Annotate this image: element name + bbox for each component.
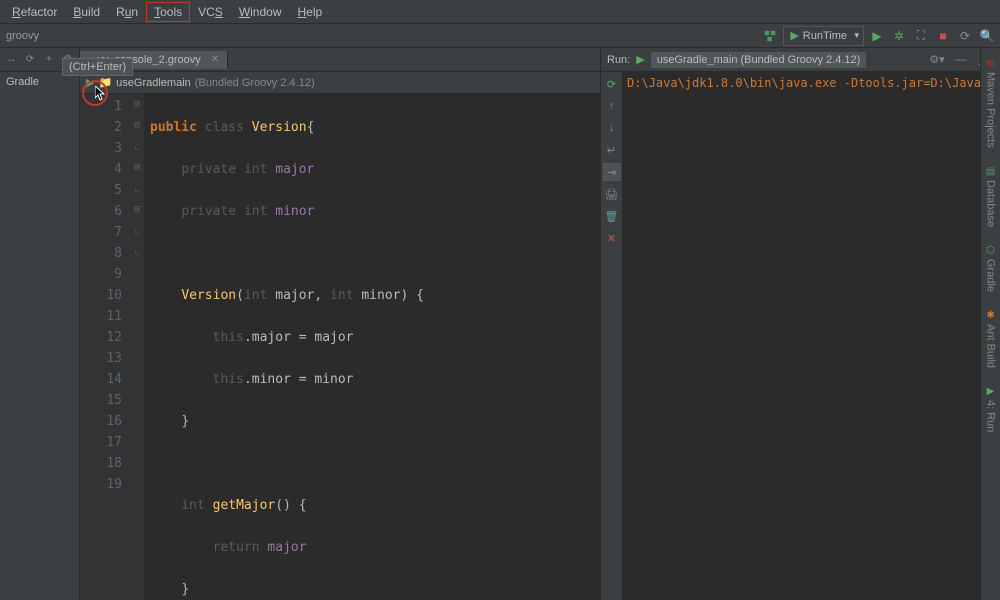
- groovy-console-header: ▶ 📁 useGradlemain (Bundled Groovy 2.4.12…: [80, 72, 600, 94]
- code-editor[interactable]: 12345678910111213141516171819 ⊟⊟⌞⊟⌞⊟⌞⌞ p…: [80, 94, 600, 600]
- close-tab-icon[interactable]: ✕: [211, 54, 219, 65]
- main-menubar: Refactor Build Run Tools VCS Window Help: [0, 0, 1000, 24]
- menu-refactor[interactable]: Refactor: [4, 2, 65, 22]
- run-script-icon[interactable]: ▶: [86, 76, 94, 89]
- rail-gradle[interactable]: ⬡Gradle: [985, 245, 997, 292]
- menu-help[interactable]: Help: [290, 2, 331, 22]
- hide-icon[interactable]: —: [952, 51, 970, 69]
- rail-maven[interactable]: mMaven Projects: [985, 58, 997, 148]
- right-tool-rail: mMaven Projects ▤Database ⬡Gradle ✱Ant B…: [980, 48, 1000, 600]
- coverage-icon[interactable]: ⛶: [912, 27, 930, 45]
- rerun-icon[interactable]: ▶: [636, 53, 644, 66]
- debug-icon[interactable]: ✲: [890, 27, 908, 45]
- run-left-toolbar: ⟳ ↑ ↓ ↵ ⇥ 🖨 🗑 ✕: [601, 72, 623, 600]
- console-output-line: D:\Java\jdk1.8.0\bin\java.exe -Dtools.ja…: [627, 76, 996, 90]
- menu-window[interactable]: Window: [231, 2, 290, 22]
- run-config-select[interactable]: ▶ RunTime: [783, 26, 864, 46]
- editor-area: ● vy_console_2.groovy ✕ ▶ 📁 useGradlemai…: [80, 48, 600, 600]
- run-icon[interactable]: ▶: [868, 27, 886, 45]
- close-run-icon[interactable]: ✕: [604, 230, 620, 246]
- plus-icon[interactable]: +: [42, 51, 57, 69]
- groovy-runtime-label: (Bundled Groovy 2.4.12): [195, 77, 315, 89]
- rerun-side-icon[interactable]: ⟳: [604, 76, 620, 92]
- run-tool-header: Run: ▶ useGradle_main (Bundled Groovy 2.…: [601, 48, 1000, 72]
- menu-run[interactable]: Run: [108, 2, 146, 22]
- breadcrumb[interactable]: groovy: [6, 30, 39, 42]
- menu-tools[interactable]: Tools: [146, 2, 190, 22]
- run-label: Run:: [607, 54, 630, 66]
- print-icon[interactable]: 🖨: [604, 186, 620, 202]
- run-shortcut-tooltip: (Ctrl+Enter): [62, 58, 133, 76]
- rail-antbuild[interactable]: ✱Ant Build: [985, 310, 997, 368]
- fold-column[interactable]: ⊟⊟⌞⊟⌞⊟⌞⌞: [130, 94, 144, 600]
- search-icon[interactable]: 🔍: [978, 27, 996, 45]
- rail-database[interactable]: ▤Database: [985, 166, 997, 227]
- run-config-name[interactable]: useGradle_main (Bundled Groovy 2.4.12): [651, 52, 867, 68]
- up-icon[interactable]: ↑: [604, 98, 620, 114]
- sync-icon[interactable]: ↔: [4, 51, 19, 69]
- scroll-icon[interactable]: ⇥: [604, 164, 620, 180]
- run-gear-icon[interactable]: ⚙▾: [928, 51, 946, 69]
- menu-build[interactable]: Build: [65, 2, 108, 22]
- line-gutter: 12345678910111213141516171819: [80, 94, 130, 600]
- update-icon[interactable]: ⟳: [956, 27, 974, 45]
- run-console[interactable]: D:\Java\jdk1.8.0\bin\java.exe -Dtools.ja…: [623, 72, 1000, 600]
- rail-4run[interactable]: ▶4: Run: [985, 386, 997, 432]
- down-icon[interactable]: ↓: [604, 120, 620, 136]
- wrap-icon[interactable]: ↵: [604, 142, 620, 158]
- script-module-label[interactable]: useGradlemain: [116, 77, 191, 89]
- build-icon[interactable]: [761, 27, 779, 45]
- project-tool-window: ↔ ⟳ + ⚙ Gradle: [0, 48, 80, 600]
- main-toolbar: groovy ▶ RunTime ▶ ✲ ⛶ ■ ⟳ 🔍: [0, 24, 1000, 48]
- refresh-icon[interactable]: ⟳: [23, 51, 38, 69]
- clear-icon[interactable]: 🗑: [604, 208, 620, 224]
- menu-vcs[interactable]: VCS: [190, 2, 231, 22]
- cursor-pointer-icon: [95, 86, 107, 102]
- stop-icon[interactable]: ■: [934, 27, 952, 45]
